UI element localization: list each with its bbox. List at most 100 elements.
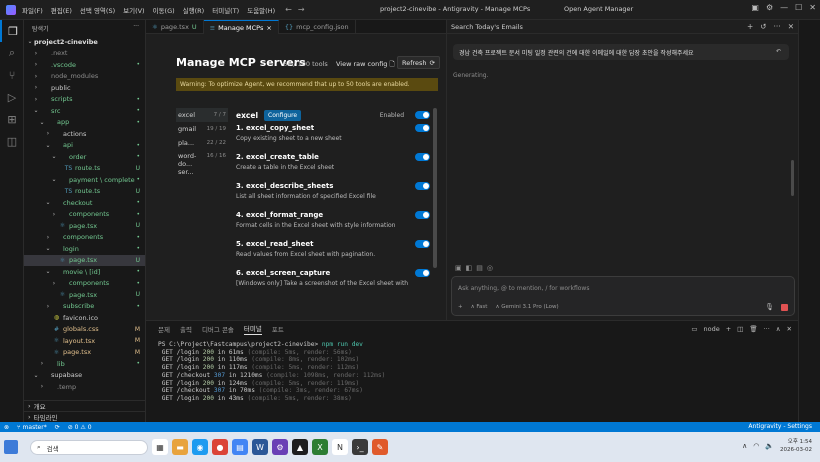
microphone-icon[interactable]: 🎙 (765, 303, 774, 311)
tree-item[interactable]: ◍ favicon.ico (24, 312, 145, 324)
terminal-context-icon[interactable]: ▤ (476, 264, 483, 272)
tool-list-scrollbar[interactable] (433, 108, 437, 268)
menu-item[interactable]: 선택 영역(S) (80, 5, 115, 15)
explorer-files-icon[interactable]: ❐ (0, 20, 24, 42)
configure-button[interactable]: Configure (264, 109, 302, 121)
open-agent-manager-link[interactable]: Open Agent Manager (564, 5, 633, 13)
panel-tab[interactable]: 문제 (158, 324, 170, 334)
back-arrow-icon[interactable]: ← (285, 5, 292, 14)
editor-tab[interactable]: ⚛ page.tsx U (146, 20, 204, 34)
run-debug-icon[interactable]: ▷ (0, 86, 24, 108)
tree-item[interactable]: › actions (24, 128, 145, 140)
taskbar-search[interactable]: ⌕ 검색 (30, 440, 148, 455)
store-icon[interactable]: ▤ (232, 439, 248, 455)
mcp-server-item[interactable]: word-do... ser... 16 / 16 (176, 150, 228, 178)
tree-item[interactable]: TS route.ts U (24, 163, 145, 175)
tool-enabled-toggle[interactable] (415, 211, 430, 219)
paint-icon[interactable]: ✎ (372, 439, 388, 455)
minimize-icon[interactable]: — (780, 3, 788, 12)
tool-enabled-toggle[interactable] (415, 153, 430, 161)
tree-item[interactable]: ⌄ api • (24, 140, 145, 152)
mcp-server-item[interactable]: excel 7 / 7 (176, 108, 228, 122)
edge-browser-icon[interactable]: ◉ (192, 439, 208, 455)
tree-item[interactable]: ⌄ checkout • (24, 197, 145, 209)
tray-chevron-icon[interactable]: ∧ (742, 442, 747, 450)
undo-icon[interactable]: ↶ (776, 48, 781, 55)
tree-item[interactable]: ⌄ payment \ complete • (24, 174, 145, 186)
remote-explorer-icon[interactable]: ◫ (0, 130, 24, 152)
tree-item[interactable]: ⚛ page.tsx U (24, 289, 145, 301)
menu-item[interactable]: 도움말(H) (247, 5, 275, 15)
tree-item[interactable]: ⌄ app • (24, 117, 145, 129)
tree-item[interactable]: ⌄ movie \ [id] • (24, 266, 145, 278)
menu-item[interactable]: 실행(R) (183, 5, 205, 15)
model-selector[interactable]: ∧ Gemini 3.1 Pro (Low) (495, 304, 558, 310)
new-chat-plus-icon[interactable]: + (747, 22, 753, 31)
taskbar-clock[interactable]: 오후 1:54 2026-03-02 (780, 438, 812, 454)
menu-item[interactable]: 파일(F) (22, 5, 43, 15)
more-options-icon[interactable]: ··· (774, 22, 781, 31)
tree-item[interactable]: ⌄ login • (24, 243, 145, 255)
menu-item[interactable]: 터미널(T) (212, 5, 239, 15)
word-icon[interactable]: W (252, 439, 268, 455)
panel-tab[interactable]: 터미널 (243, 323, 262, 335)
tree-item[interactable]: › .vscode • (24, 59, 145, 71)
volume-icon[interactable]: 🔈 (765, 442, 774, 450)
add-terminal-icon[interactable]: + (726, 325, 731, 333)
more-actions-icon[interactable]: ··· (133, 23, 139, 30)
tree-item[interactable]: ⌄ src • (24, 105, 145, 117)
stop-generation-button[interactable] (781, 304, 788, 311)
tree-item[interactable]: › components • (24, 232, 145, 244)
tree-item[interactable]: TS route.ts U (24, 186, 145, 198)
menu-item[interactable]: 보기(V) (123, 5, 144, 15)
editor-tab[interactable]: {} mcp_config.json (279, 20, 356, 34)
view-raw-config-link[interactable]: View raw config 🗋 (336, 60, 395, 71)
split-terminal-icon[interactable]: ◫ (737, 325, 743, 333)
trash-icon[interactable]: 🗑 (749, 325, 757, 333)
file-explorer-icon[interactable]: ▬ (172, 439, 188, 455)
menu-item[interactable]: 이동(G) (153, 5, 175, 15)
antigravity-app-icon[interactable]: ▲ (292, 439, 308, 455)
tree-item[interactable]: › subscribe • (24, 301, 145, 313)
weather-widget-icon[interactable] (4, 440, 18, 454)
refresh-button[interactable]: Refresh ⟳ (397, 56, 440, 69)
tree-item[interactable]: › lib • (24, 358, 145, 370)
editor-tab[interactable]: ≡ Manage MCPs × (203, 20, 279, 34)
notion-icon[interactable]: N (332, 439, 348, 455)
tree-item[interactable]: › .temp (24, 381, 145, 393)
tree-item[interactable]: › components • (24, 209, 145, 221)
errors-warnings[interactable]: ⊘ 0 ⚠ 0 (64, 424, 96, 431)
tree-item[interactable]: # globals.css M (24, 324, 145, 336)
source-control-icon[interactable]: ⑂ (0, 64, 24, 86)
timeline-section[interactable]: › 타임라인 (24, 411, 145, 422)
antigravity-settings[interactable]: Antigravity - Settings (748, 423, 812, 430)
forward-arrow-icon[interactable]: → (298, 5, 305, 14)
more-options-icon[interactable]: ··· (764, 325, 770, 333)
tool-enabled-toggle[interactable] (415, 124, 430, 132)
panel-tab[interactable]: 디버그 콘솔 (202, 324, 234, 334)
extensions-icon[interactable]: ⊞ (0, 108, 24, 130)
tool-enabled-toggle[interactable] (415, 182, 430, 190)
close-panel-icon[interactable]: ✕ (787, 325, 792, 333)
browser-icon[interactable]: ◎ (487, 264, 493, 272)
settings-app-icon[interactable]: ⚙ (272, 439, 288, 455)
panel-tab[interactable]: 포트 (272, 324, 284, 334)
chrome-browser-icon[interactable]: ● (212, 439, 228, 455)
tree-item[interactable]: ⚛ page.tsx U (24, 254, 145, 266)
maximize-panel-icon[interactable]: ∧ (776, 325, 781, 333)
sync-icon[interactable]: ⟳ (51, 424, 64, 431)
menu-item[interactable]: 편집(E) (51, 5, 72, 15)
mcp-server-item[interactable]: gmail 19 / 19 (176, 122, 228, 136)
image-icon[interactable]: ▣ (455, 264, 462, 272)
wifi-icon[interactable]: ◠ (753, 442, 759, 450)
tree-item[interactable]: › .next (24, 48, 145, 60)
task-view-icon[interactable]: ▦ (152, 439, 168, 455)
mcp-server-item[interactable]: pla... 22 / 22 (176, 136, 228, 150)
close-icon[interactable]: ✕ (809, 3, 816, 12)
tree-root[interactable]: ⌄ project2-cinevibe (24, 36, 145, 48)
mode-selector[interactable]: ∧ Fast (471, 304, 488, 310)
tree-item[interactable]: ⌄ supabase (24, 370, 145, 382)
excel-icon[interactable]: X (312, 439, 328, 455)
tree-item[interactable]: ⚛ page.tsx U (24, 220, 145, 232)
file-context-icon[interactable]: ◧ (466, 264, 473, 272)
